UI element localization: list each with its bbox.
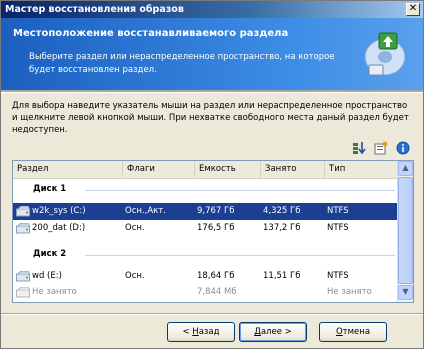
header-title: Местоположение восстанавливаемого раздел… — [13, 28, 289, 39]
column-used[interactable]: Занято — [261, 161, 325, 178]
partition-list[interactable]: Раздел Флаги Емкость Занято Тип Диск 1 w… — [12, 160, 414, 303]
group-header-disk2: Диск 2 — [13, 246, 399, 263]
group-header-disk1: Диск 1 — [13, 181, 399, 198]
cell-used: 137,2 Гб — [263, 223, 301, 233]
back-label: азад — [198, 327, 220, 337]
footer-separator — [1, 313, 423, 315]
list-toolbar — [352, 141, 410, 157]
back-prefix: < — [182, 327, 193, 337]
unallocated-icon — [16, 287, 30, 298]
table-row[interactable]: 200_dat (D:) Осн. 176,5 Гб 137,2 Гб NTFS — [13, 220, 399, 237]
restore-wizard-window: Мастер восстановления образов ✕ Местопол… — [0, 0, 424, 349]
group-name: Диск 2 — [33, 249, 67, 259]
partition-icon — [16, 271, 30, 282]
group-divider — [85, 190, 395, 191]
cell-partition: Не занято — [32, 287, 77, 297]
scroll-up-button[interactable]: ▲ — [398, 161, 413, 176]
cell-flags: Осн. — [125, 271, 145, 281]
next-button[interactable]: Далее > — [239, 322, 307, 342]
cell-partition: 200_dat (D:) — [32, 223, 86, 233]
cell-flags: Осн. — [125, 223, 145, 233]
scroll-thumb[interactable] — [398, 177, 413, 284]
cell-capacity: 18,64 Гб — [197, 271, 235, 281]
cell-capacity: 176,5 Гб — [197, 223, 235, 233]
info-icon[interactable] — [396, 141, 410, 155]
column-type[interactable]: Тип — [325, 161, 399, 178]
wizard-header: Местоположение восстанавливаемого раздел… — [1, 18, 423, 90]
cell-flags: Осн.,Акт. — [125, 206, 166, 216]
table-row[interactable]: w2k_sys (C:) Осн.,Акт. 9,767 Гб 4,325 Гб… — [13, 203, 399, 220]
column-capacity[interactable]: Емкость — [195, 161, 261, 178]
properties-icon[interactable] — [374, 141, 388, 155]
group-name: Диск 1 — [33, 184, 67, 194]
cancel-button[interactable]: Отмена — [319, 322, 387, 342]
cell-type: Не занято — [327, 287, 372, 297]
sort-icon[interactable] — [352, 141, 366, 155]
cell-partition: w2k_sys (C:) — [32, 206, 86, 216]
scroll-down-button[interactable]: ▼ — [398, 285, 413, 300]
close-button[interactable]: ✕ — [406, 3, 420, 16]
cell-capacity: 7,844 Мб — [197, 287, 237, 297]
column-flags[interactable]: Флаги — [123, 161, 195, 178]
cell-capacity: 9,767 Гб — [197, 206, 235, 216]
table-row[interactable]: wd (E:) Осн. 18,64 Гб 11,51 Гб NTFS — [13, 268, 399, 285]
group-divider — [85, 255, 395, 256]
cell-used: 11,51 Гб — [263, 271, 301, 281]
vertical-scrollbar[interactable]: ▲ ▼ — [397, 161, 413, 302]
cell-type: NTFS — [327, 206, 349, 216]
table-row[interactable]: Не занято 7,844 Мб Не занято — [13, 284, 399, 301]
column-partition[interactable]: Раздел — [13, 161, 123, 178]
cell-type: NTFS — [327, 223, 349, 233]
partition-icon — [16, 223, 30, 234]
cell-used: 4,325 Гб — [263, 206, 301, 216]
partition-list-body: Диск 1 w2k_sys (C:) Осн.,Акт. 9,767 Гб 4… — [13, 178, 399, 302]
header-subtitle: Выберите раздел или нераспределенное про… — [29, 52, 335, 75]
back-button[interactable]: < Назад — [167, 322, 235, 342]
title-bar: Мастер восстановления образов ✕ — [1, 1, 423, 18]
cell-type: NTFS — [327, 271, 349, 281]
restore-disk-icon — [364, 32, 406, 76]
next-label: алее > — [260, 327, 292, 337]
cancel-accel: О — [335, 327, 343, 337]
cancel-label: тмена — [342, 327, 371, 337]
cell-partition: wd (E:) — [32, 271, 62, 281]
arrow-down-icon: ▼ — [402, 287, 409, 296]
instructions-text: Для выбора наведите указатель мыши на ра… — [12, 101, 409, 135]
close-icon: ✕ — [408, 3, 418, 14]
arrow-up-icon: ▲ — [402, 163, 409, 172]
window-title: Мастер восстановления образов — [5, 4, 184, 15]
partition-list-header: Раздел Флаги Емкость Занято Тип — [13, 161, 399, 179]
next-accel: Д — [254, 327, 261, 337]
partition-icon — [16, 206, 30, 217]
header-separator — [1, 90, 423, 93]
